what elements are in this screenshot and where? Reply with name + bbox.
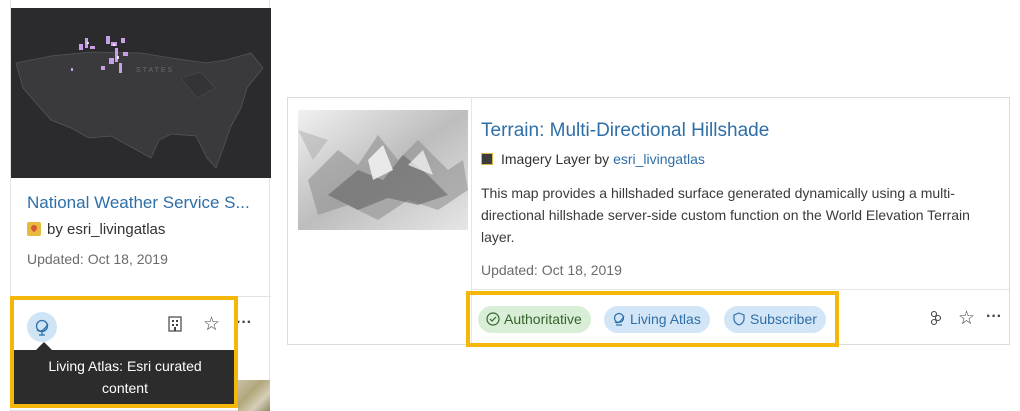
star-icon[interactable]: ☆ — [958, 307, 975, 330]
item-title-link[interactable]: National Weather Service S... — [27, 193, 263, 213]
highlight-box-right — [466, 291, 839, 347]
weather-map-thumbnail[interactable]: STATES — [11, 8, 271, 178]
item-title-link[interactable]: Terrain: Multi-Directional Hillshade — [481, 120, 769, 142]
updated-date: Updated: Oct 18, 2019 — [27, 251, 168, 267]
background-map-fragment — [238, 380, 270, 411]
us-map-image: STATES — [11, 8, 271, 178]
imagery-layer-icon — [481, 153, 493, 165]
more-options-icon[interactable]: ··· — [236, 314, 252, 332]
item-owner: by esri_livingatlas — [27, 221, 165, 238]
map-layer-icon — [27, 222, 41, 236]
divider — [471, 289, 1009, 290]
type-label: Imagery Layer by — [501, 151, 610, 167]
svg-text:STATES: STATES — [136, 67, 174, 74]
owner-link[interactable]: esri_livingatlas — [613, 151, 705, 167]
item-type: Imagery Layer by esri_livingatlas — [481, 151, 705, 167]
owner-text: by esri_livingatlas — [47, 221, 166, 238]
highlight-box-left — [10, 296, 238, 408]
more-options-icon[interactable]: ··· — [986, 308, 1002, 326]
updated-date: Updated: Oct 18, 2019 — [481, 262, 622, 278]
hillshade-image — [298, 110, 468, 230]
share-icon[interactable] — [928, 309, 944, 332]
hillshade-thumbnail[interactable] — [298, 110, 468, 230]
item-description: This map provides a hillshaded surface g… — [481, 185, 970, 245]
